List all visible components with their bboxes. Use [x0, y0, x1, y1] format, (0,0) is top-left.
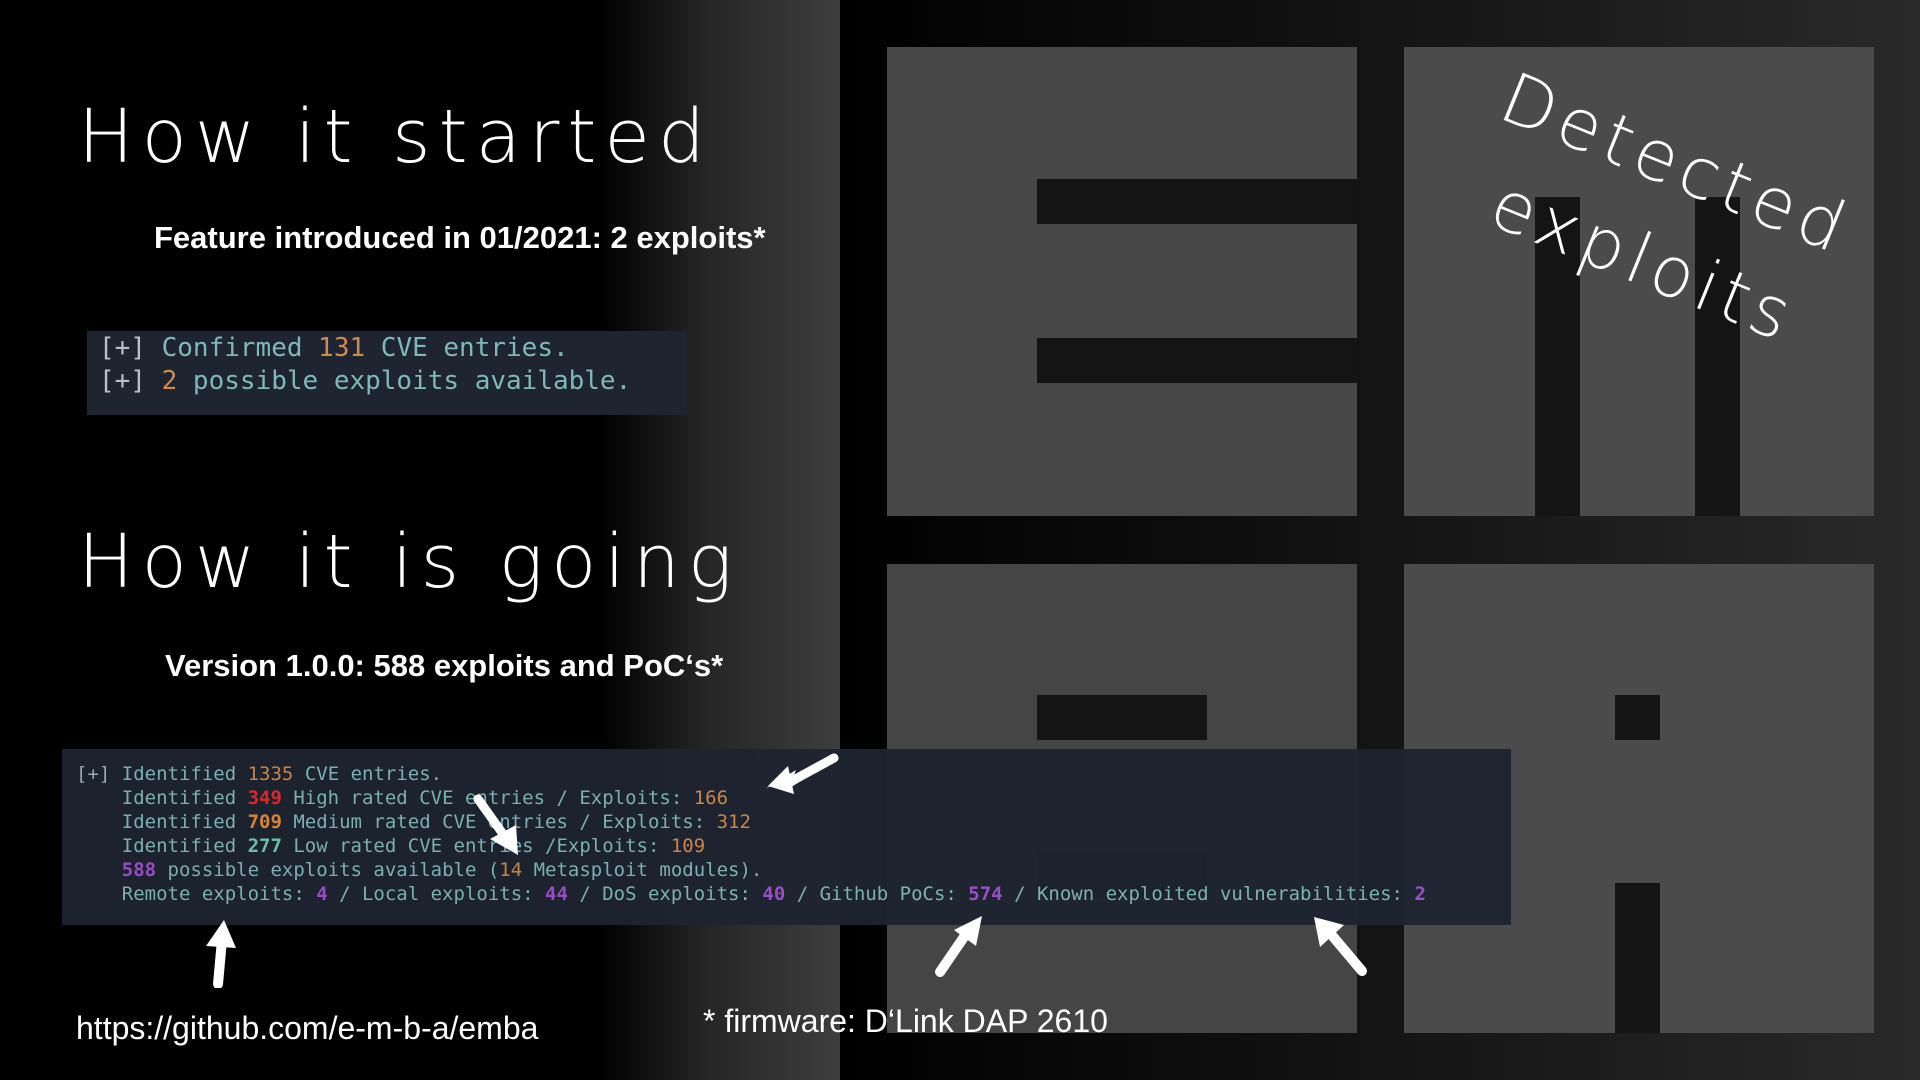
- terminal-output-old: [+] Confirmed 131 CVE entries. [+] 2 poss…: [87, 331, 687, 415]
- subtitle-going: Version 1.0.0: 588 exploits and PoC‘s*: [165, 648, 724, 683]
- heading-how-it-started: How it started: [78, 94, 713, 180]
- arrow-icon: [766, 753, 839, 794]
- firmware-note: * firmware: D‘Link DAP 2610: [703, 1003, 1108, 1039]
- arrow-icon: [206, 920, 236, 988]
- terminal-line-4: Identified 277 Low rated CVE entries /Ex…: [76, 835, 706, 857]
- github-url[interactable]: https://github.com/e-m-b-a/emba: [76, 1012, 538, 1044]
- arrow-icon: [1314, 917, 1367, 976]
- heading-how-it-is-going: How it is going: [78, 519, 741, 605]
- terminal-line-6: Remote exploits: 4 / Local exploits: 44 …: [76, 883, 1426, 905]
- subtitle-started: Feature introduced in 01/2021: 2 exploit…: [154, 220, 766, 255]
- logo-e-block: [887, 47, 1357, 516]
- arrow-icon: [935, 916, 982, 977]
- terminal-line-5: 588 possible exploits available (14 Meta…: [121, 859, 763, 881]
- arrow-icon: [473, 794, 518, 855]
- terminal-line-3: Identified 709 Medium rated CVE entries …: [76, 811, 751, 833]
